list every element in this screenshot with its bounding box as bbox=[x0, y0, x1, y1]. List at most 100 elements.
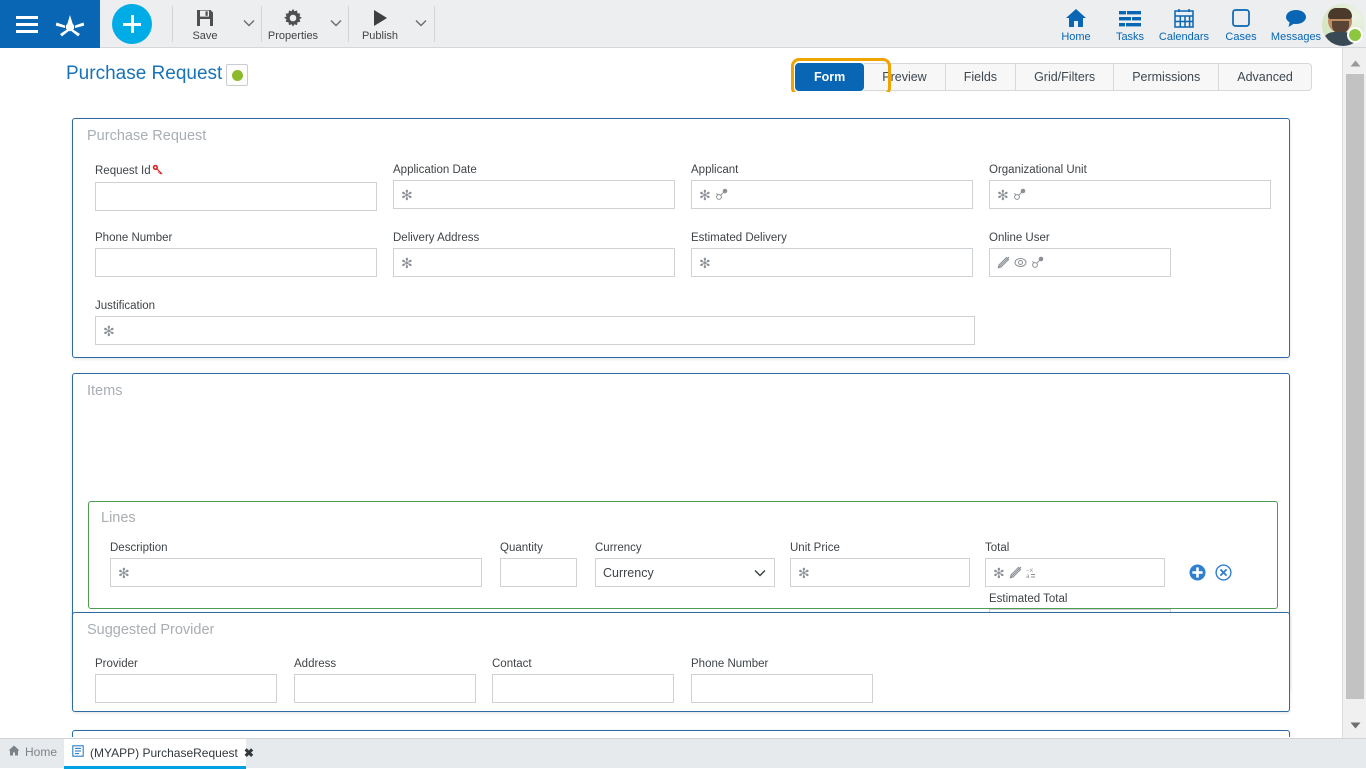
field-label-total: Total bbox=[985, 542, 1165, 554]
field-quantity: Quantity bbox=[500, 542, 577, 587]
input-application-date[interactable]: ✻ bbox=[393, 180, 675, 209]
add-new-button[interactable] bbox=[112, 4, 152, 44]
publish-button[interactable]: Publish bbox=[349, 2, 411, 46]
panel-title-suggested-provider: Suggested Provider bbox=[73, 613, 1289, 638]
field-provider-phone-number: Phone Number bbox=[691, 658, 873, 703]
nav-tasks[interactable]: Tasks bbox=[1102, 3, 1158, 45]
properties-button[interactable]: Properties bbox=[262, 2, 324, 46]
field-online-user: Online User bbox=[989, 232, 1171, 277]
input-phone-number[interactable] bbox=[95, 248, 377, 277]
select-currency[interactable]: Currency bbox=[595, 558, 775, 587]
input-online-user[interactable] bbox=[989, 248, 1171, 277]
tab-form[interactable]: Form bbox=[795, 63, 864, 91]
subpanel-title-lines: Lines bbox=[89, 502, 1277, 526]
gear-icon bbox=[283, 7, 303, 29]
save-dropdown-caret[interactable] bbox=[240, 14, 258, 32]
hamburger-icon[interactable] bbox=[10, 16, 44, 33]
field-delivery-address: Delivery Address ✻ bbox=[393, 232, 675, 277]
input-justification[interactable]: ✻ bbox=[95, 316, 975, 345]
field-description: Description ✻ bbox=[110, 542, 482, 587]
field-unit-price: Unit Price ✻ bbox=[790, 542, 970, 587]
field-label-address: Address bbox=[294, 658, 476, 670]
bottom-taskbar: Home (MYAPP) PurchaseRequest ✖ bbox=[0, 738, 1366, 768]
top-toolbar: Save Properties Publish bbox=[0, 0, 1366, 48]
field-organizational-unit: Organizational Unit ✻ bbox=[989, 164, 1271, 209]
vertical-scrollbar[interactable] bbox=[1342, 48, 1366, 738]
input-address[interactable] bbox=[294, 674, 476, 703]
nav-cases[interactable]: Cases bbox=[1213, 3, 1269, 45]
taskbar-tab-purchaserequest[interactable]: (MYAPP) PurchaseRequest ✖ bbox=[64, 739, 246, 769]
status-badge[interactable] bbox=[226, 64, 248, 86]
taskbar-tab-label: (MYAPP) PurchaseRequest bbox=[90, 746, 238, 760]
properties-dropdown-caret[interactable] bbox=[327, 14, 345, 32]
bizagi-logo-icon[interactable] bbox=[50, 4, 90, 44]
nav-calendars[interactable]: Calendars bbox=[1153, 3, 1215, 45]
input-delivery-address[interactable]: ✻ bbox=[393, 248, 675, 277]
input-estimated-delivery[interactable]: ✻ bbox=[691, 248, 973, 277]
field-contact: Contact bbox=[492, 658, 674, 703]
brand-area bbox=[0, 0, 100, 48]
editor-tabs: Form Preview Fields Grid/Filters Permiss… bbox=[795, 63, 1312, 91]
input-description[interactable]: ✻ bbox=[110, 558, 482, 587]
field-provider: Provider bbox=[95, 658, 277, 703]
scroll-down-arrow-icon[interactable] bbox=[1343, 716, 1366, 734]
field-application-date: Application Date ✻ bbox=[393, 164, 675, 209]
field-label-phone-number: Phone Number bbox=[95, 232, 377, 244]
field-label-currency: Currency bbox=[595, 542, 775, 554]
input-request-id[interactable] bbox=[95, 182, 377, 211]
close-icon[interactable]: ✖ bbox=[244, 746, 254, 760]
nav-home[interactable]: Home bbox=[1048, 3, 1104, 45]
publish-dropdown-caret[interactable] bbox=[412, 14, 430, 32]
tab-preview[interactable]: Preview bbox=[864, 63, 945, 91]
taskbar-home-button[interactable]: Home bbox=[8, 745, 57, 759]
field-label-request-id: Request Id bbox=[95, 165, 151, 177]
save-floppy-icon bbox=[195, 7, 215, 29]
asterisk-icon: ✻ bbox=[997, 188, 1009, 202]
input-organizational-unit[interactable]: ✻ bbox=[989, 180, 1271, 209]
toolbar-divider bbox=[172, 6, 173, 42]
save-button[interactable]: Save bbox=[174, 2, 236, 46]
pencil-disabled-icon bbox=[1009, 566, 1022, 579]
page-title: Purchase Request bbox=[66, 63, 222, 85]
nav-home-label: Home bbox=[1061, 31, 1090, 43]
scroll-up-arrow-icon[interactable] bbox=[1343, 54, 1366, 72]
chevron-down-icon bbox=[754, 569, 766, 577]
input-provider-phone-number[interactable] bbox=[691, 674, 873, 703]
asterisk-icon: ✻ bbox=[401, 188, 413, 202]
field-label-application-date: Application Date bbox=[393, 164, 675, 176]
asterisk-icon: ✻ bbox=[401, 256, 413, 270]
calendar-icon bbox=[1174, 6, 1194, 28]
panel-suggested-provider: Suggested Provider Provider Address Cont… bbox=[72, 612, 1290, 712]
form-document-icon bbox=[72, 744, 84, 762]
eye-icon bbox=[1014, 256, 1027, 269]
input-applicant[interactable]: ✻ bbox=[691, 180, 973, 209]
pencil-disabled-icon bbox=[997, 256, 1010, 269]
panel-title-items: Items bbox=[73, 374, 1289, 399]
tab-advanced[interactable]: Advanced bbox=[1219, 63, 1312, 91]
tab-grid-filters[interactable]: Grid/Filters bbox=[1016, 63, 1114, 91]
green-dot-status-icon bbox=[232, 70, 243, 81]
input-quantity[interactable] bbox=[500, 558, 577, 587]
tab-permissions[interactable]: Permissions bbox=[1114, 63, 1219, 91]
message-bubble-icon bbox=[1285, 6, 1307, 28]
field-label-description: Description bbox=[110, 542, 482, 554]
remove-row-button[interactable] bbox=[1215, 564, 1232, 581]
input-unit-price[interactable]: ✻ bbox=[790, 558, 970, 587]
input-contact[interactable] bbox=[492, 674, 674, 703]
input-provider[interactable] bbox=[95, 674, 277, 703]
field-applicant: Applicant ✻ bbox=[691, 164, 973, 209]
add-row-button[interactable] bbox=[1189, 564, 1206, 581]
tab-fields[interactable]: Fields bbox=[946, 63, 1016, 91]
cases-square-icon bbox=[1231, 6, 1251, 28]
nav-messages[interactable]: Messages bbox=[1265, 3, 1327, 45]
save-label: Save bbox=[192, 30, 217, 42]
svg-text:a: a bbox=[1026, 573, 1030, 579]
field-label-quantity: Quantity bbox=[500, 542, 577, 554]
asterisk-icon: ✻ bbox=[699, 256, 711, 270]
field-label-estimated-total: Estimated Total bbox=[989, 593, 1171, 605]
input-total[interactable]: ✻ −xa bbox=[985, 558, 1165, 587]
tasks-list-icon bbox=[1119, 6, 1141, 28]
field-label-applicant: Applicant bbox=[691, 164, 973, 176]
scrollbar-thumb[interactable] bbox=[1346, 74, 1364, 699]
home-icon bbox=[1065, 6, 1087, 28]
